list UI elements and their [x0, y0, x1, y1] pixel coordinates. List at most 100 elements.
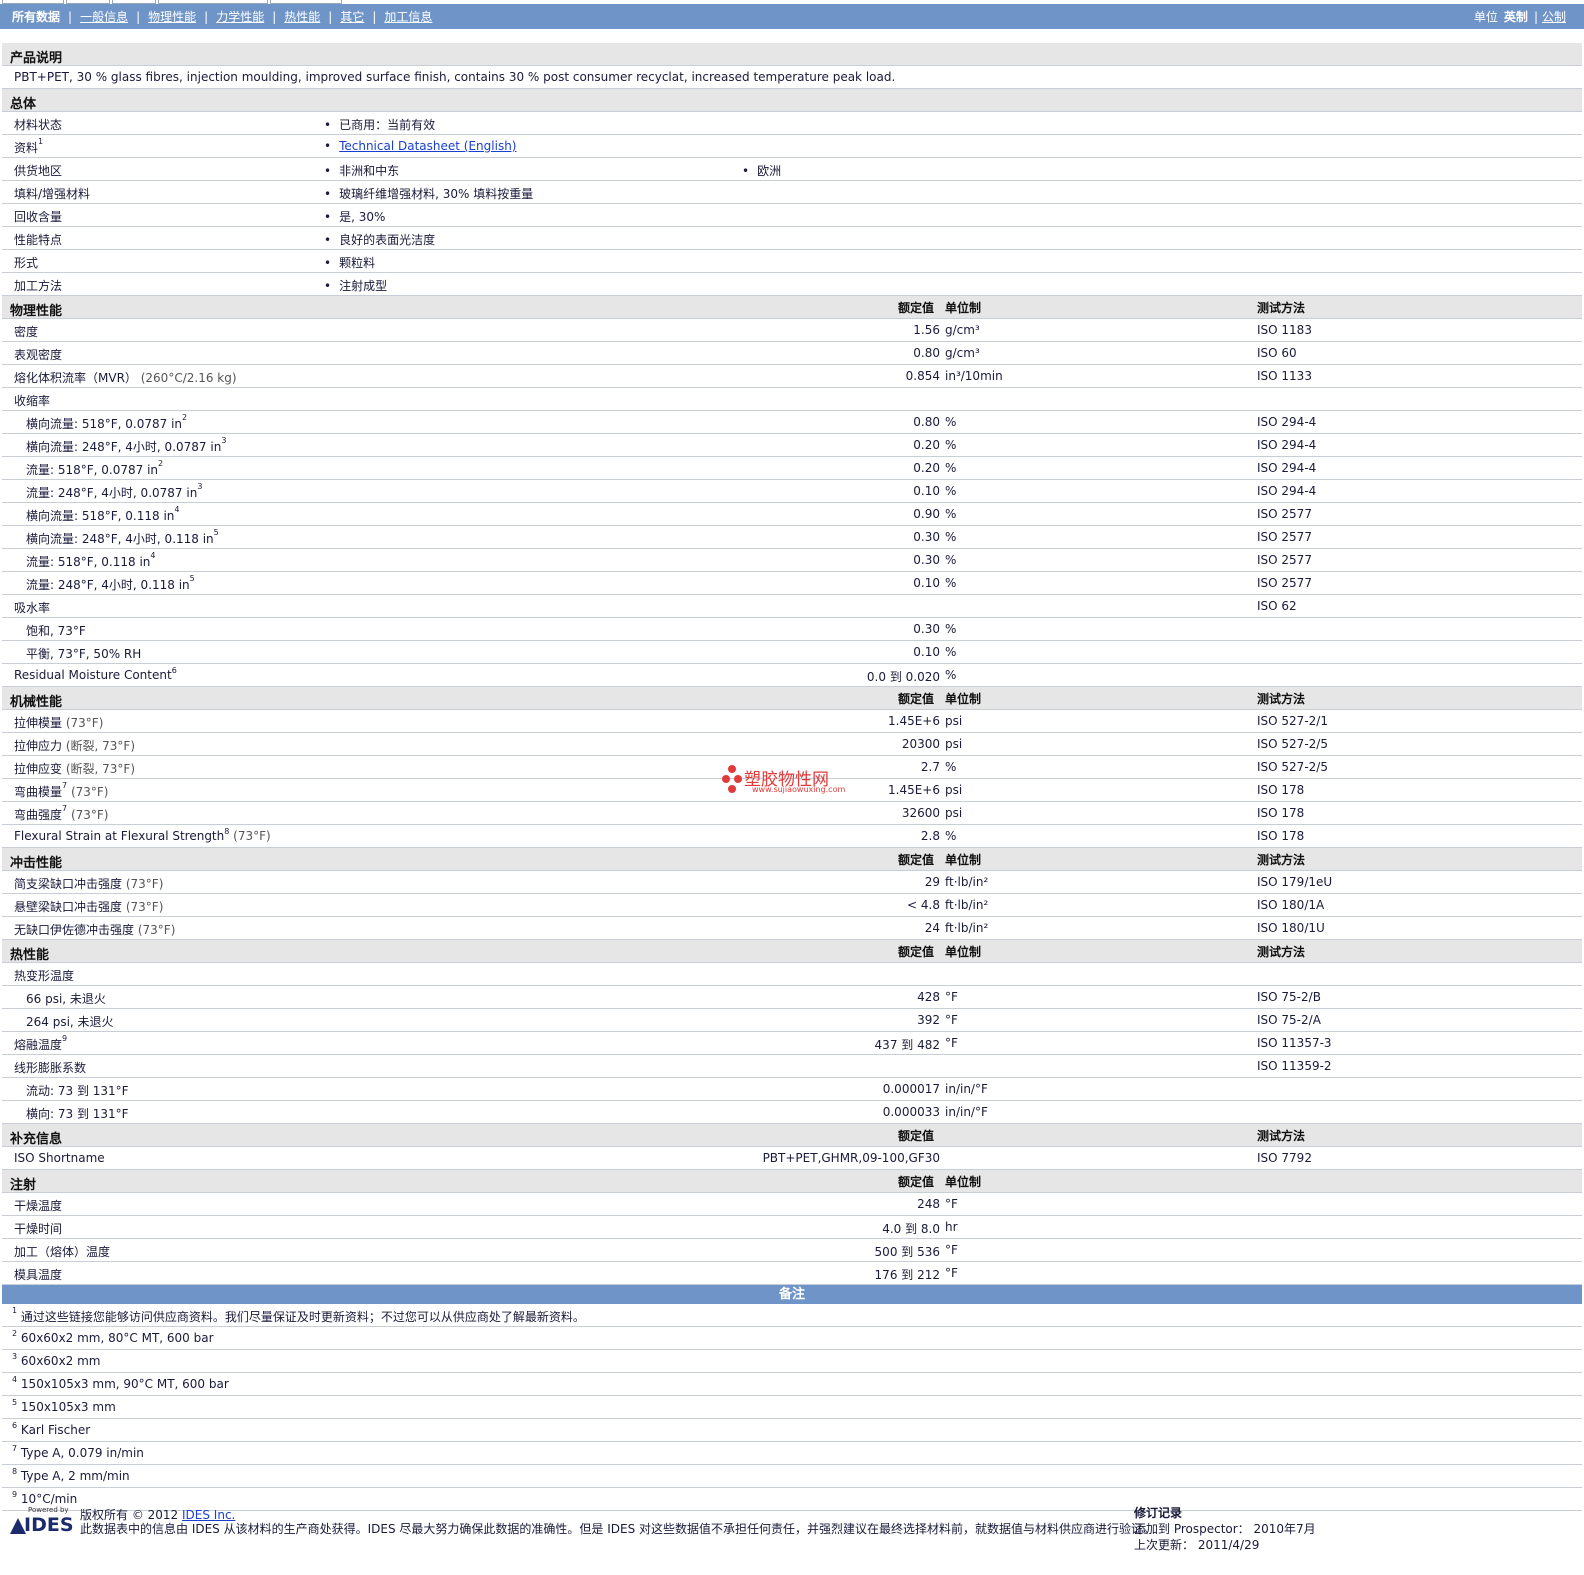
property-label: 横向流量: 248°F, 4小时, 0.0787 in3: [26, 436, 226, 455]
test-condition: (断裂, 73°F): [65, 739, 136, 753]
unit: in/in/°F: [945, 1082, 988, 1096]
footnote-text: 150x105x3 mm: [20, 1400, 116, 1414]
test-method: ISO 178: [1257, 829, 1305, 843]
footnote: 1 通过这些链接您能够访问供应商资料。我们尽量保证及时更新资料；不过您可以从供应…: [12, 1306, 585, 1325]
property-name: 饱和, 73°F: [26, 624, 86, 638]
nav-tab-other[interactable]: 其它: [340, 8, 364, 25]
footnote-row: 8 Type A, 2 mm/min: [2, 1465, 1582, 1488]
mechanical-row: Flexural Strain at Flexural Strength8 (7…: [2, 825, 1582, 848]
nav-tab-general[interactable]: 一般信息: [80, 8, 128, 25]
property-name: 性能特点: [14, 233, 63, 247]
property-name: 流动: 73 到 131°F: [26, 1084, 129, 1098]
property-value-text: 已商用：当前有效: [339, 118, 436, 132]
property-value: 颗粒料: [324, 254, 375, 271]
section-header-additional: 补充信息 额定值 测试方法: [2, 1124, 1582, 1147]
nominal-value: 0.000033: [882, 1105, 940, 1119]
footnote: 5 150x105x3 mm: [12, 1398, 116, 1414]
nominal-value: 1.45E+6: [888, 714, 940, 728]
property-label: 66 psi, 未退火: [26, 990, 106, 1007]
property-name: 热变形温度: [14, 969, 75, 983]
section-nav: 所有数据 | 一般信息 | 物理性能 | 力学性能 | 热性能 | 其它 | 加…: [12, 4, 432, 29]
unit: in/in/°F: [945, 1105, 988, 1119]
property-label: 加工方法: [14, 277, 62, 294]
nav-tab-processing[interactable]: 加工信息: [384, 8, 432, 25]
property-name: 流量: 518°F, 0.118 in: [26, 555, 151, 569]
footnote-ref: 2: [158, 459, 164, 468]
nav-tab-all-data[interactable]: 所有数据: [12, 8, 60, 25]
test-method: ISO 180/1U: [1257, 921, 1325, 935]
unit-metric-link[interactable]: 公制: [1542, 8, 1566, 25]
property-label: 收缩率: [14, 392, 50, 409]
general-row: 回收含量 是, 30%: [2, 204, 1582, 227]
footnote-ref: 7: [62, 781, 68, 790]
property-name: 横向流量: 248°F, 4小时, 0.118 in: [26, 532, 214, 546]
nominal-value: 24: [924, 921, 940, 935]
physical-row: 饱和, 73°F 0.30%: [2, 618, 1582, 641]
property-label: 填料/增强材料: [14, 185, 90, 202]
unit: °F: [945, 1013, 958, 1027]
property-label: 模具温度: [14, 1266, 62, 1283]
nav-tab-mechanical[interactable]: 力学性能: [216, 8, 264, 25]
property-name: 加工（熔体）温度: [14, 1245, 111, 1259]
nav-tab-thermal[interactable]: 热性能: [284, 8, 320, 25]
property-value-text: 玻璃纤维增强材料, 30% 填料按重量: [339, 187, 534, 201]
footnote: 2 60x60x2 mm, 80°C MT, 600 bar: [12, 1329, 214, 1345]
nominal-value: < 4.8: [907, 898, 940, 912]
footnote-number: 9: [12, 1490, 18, 1499]
test-condition: (260°C/2.16 kg): [140, 371, 237, 385]
nominal-value: 248: [917, 1197, 940, 1211]
property-name: 横向流量: 518°F, 0.118 in: [26, 509, 175, 523]
property-value-text: 是, 30%: [339, 210, 386, 224]
property-label: 拉伸应力 (断裂, 73°F): [14, 737, 135, 754]
physical-row: 横向流量: 518°F, 0.118 in4 0.90% ISO 2577: [2, 503, 1582, 526]
section-title: 补充信息: [10, 1132, 63, 1147]
unit: g/cm³: [945, 323, 980, 337]
unit: psi: [945, 714, 963, 728]
property-name: 材料状态: [14, 118, 63, 132]
section-header-thermal: 热性能 额定值 单位制 测试方法: [2, 940, 1582, 963]
footnote-row: 4 150x105x3 mm, 90°C MT, 600 bar: [2, 1373, 1582, 1396]
property-value-text: 良好的表面光洁度: [339, 233, 436, 247]
impact-row: 无缺口伊佐德冲击强度 (73°F) 24 ft·lb/in² ISO 180/1U: [2, 917, 1582, 940]
property-name: 平衡, 73°F, 50% RH: [26, 647, 142, 661]
nominal-value: 392: [917, 1013, 940, 1027]
test-method: ISO 178: [1257, 783, 1305, 797]
column-header-test-method: 测试方法: [1257, 945, 1306, 959]
property-name: 回收含量: [14, 210, 63, 224]
revision-added: 添加到 Prospector： 2010年7月: [1134, 1522, 1316, 1536]
nominal-value: 0.90: [913, 507, 940, 521]
property-name: 简支梁缺口冲击强度: [14, 877, 123, 891]
unit: °F: [945, 1243, 958, 1257]
mechanical-row: 弯曲强度7 (73°F) 32600 psi ISO 178: [2, 802, 1582, 825]
property-value-text: 非洲和中东: [339, 164, 400, 178]
test-method: ISO 1133: [1257, 369, 1312, 383]
property-label: Residual Moisture Content6: [14, 666, 177, 682]
section-title: 热性能: [10, 948, 50, 963]
nav-tab-physical[interactable]: 物理性能: [148, 8, 196, 25]
property-label: 吸水率: [14, 599, 50, 616]
property-label: 横向: 73 到 131°F: [26, 1105, 129, 1122]
physical-row: 横向流量: 248°F, 4小时, 0.0787 in3 0.20% ISO 294…: [2, 434, 1582, 457]
property-name: 横向流量: 518°F, 0.0787 in: [26, 417, 183, 431]
section-title: 冲击性能: [10, 856, 63, 871]
column-header-value: 额定值: [898, 301, 935, 315]
footnote-number: 8: [12, 1467, 18, 1476]
footnote-ref: 5: [189, 574, 195, 583]
nominal-value: 0.80: [913, 346, 940, 360]
test-method: ISO 294-4: [1257, 484, 1317, 498]
thermal-row: 熔融温度9 437 到 482 °F ISO 11357-3: [2, 1032, 1582, 1055]
test-method: ISO 11359-2: [1257, 1059, 1332, 1073]
column-header-value: 额定值: [898, 1129, 935, 1143]
footnote-text: 通过这些链接您能够访问供应商资料。我们尽量保证及时更新资料；不过您可以从供应商处…: [20, 1310, 585, 1324]
property-label: 加工（熔体）温度: [14, 1243, 110, 1260]
property-label: 简支梁缺口冲击强度 (73°F): [14, 875, 163, 892]
property-label: 流量: 518°F, 0.0787 in2: [26, 459, 164, 478]
property-label: 形式: [14, 254, 38, 271]
footnote: 7 Type A, 0.079 in/min: [12, 1444, 144, 1460]
technical-datasheet-link[interactable]: Technical Datasheet (English): [339, 139, 516, 153]
watermark-url: www.sujiaowuxing.com: [752, 785, 846, 794]
property-name: 资料: [14, 141, 39, 155]
footnote-row: 6 Karl Fischer: [2, 1419, 1582, 1442]
unit: %: [945, 530, 957, 544]
nominal-value: 176 到 212: [874, 1268, 940, 1282]
